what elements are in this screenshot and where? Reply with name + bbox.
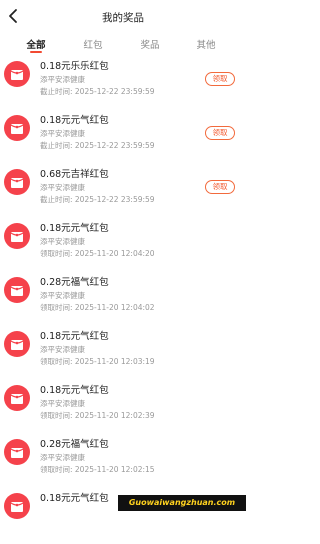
claim-button[interactable]: 领取	[205, 72, 235, 86]
prize-row[interactable]: 0.28元福气红包 添平安添健康 领取时间: 2025-11-20 12:04:…	[0, 274, 246, 328]
prize-time: 领取时间: 2025-11-20 12:04:20	[40, 249, 155, 258]
prize-title: 0.18元元气红包	[40, 385, 109, 396]
tab-bar: 全部 红包 奖品 其他	[0, 34, 246, 56]
prize-title: 0.28元福气红包	[40, 439, 109, 450]
prize-row[interactable]: 0.18元乐乐红包 添平安添健康 截止时间: 2025-12-22 23:59:…	[0, 58, 246, 112]
prize-title: 0.18元元气红包	[40, 223, 109, 234]
prize-row[interactable]: 0.18元元气红包 添平安添健康 截止时间: 2025-12-22 23:59:…	[0, 112, 246, 166]
prize-title: 0.18元元气红包	[40, 115, 109, 126]
prize-row[interactable]: 0.18元元气红包 添平安添健康 领取时间: 2025-11-20 12:04:…	[0, 220, 246, 274]
tab-other[interactable]: 其他	[186, 37, 226, 51]
red-packet-icon	[4, 169, 30, 195]
red-packet-icon	[4, 223, 30, 249]
prize-title: 0.18元乐乐红包	[40, 61, 109, 72]
prize-row[interactable]: 0.18元元气红包 添平安添健康 领取时间: 2025-11-20 12:03:…	[0, 328, 246, 382]
header: 我的奖品	[0, 0, 246, 34]
claim-button[interactable]: 领取	[205, 126, 235, 140]
prize-time: 领取时间: 2025-11-20 12:02:15	[40, 465, 155, 474]
prize-subtitle: 添平安添健康	[40, 129, 85, 138]
page-title: 我的奖品	[102, 12, 144, 24]
prize-time: 截止时间: 2025-12-22 23:59:59	[40, 195, 155, 204]
red-packet-icon	[4, 61, 30, 87]
prize-subtitle: 添平安添健康	[40, 291, 85, 300]
prize-title: 0.28元福气红包	[40, 277, 109, 288]
tab-prizes[interactable]: 奖品	[130, 37, 170, 51]
claim-button[interactable]: 领取	[205, 180, 235, 194]
prize-subtitle: 添平安添健康	[40, 183, 85, 192]
prize-list: 0.18元乐乐红包 添平安添健康 截止时间: 2025-12-22 23:59:…	[0, 58, 246, 544]
active-tab-indicator	[30, 51, 42, 53]
red-packet-icon	[4, 277, 30, 303]
red-packet-icon	[4, 439, 30, 465]
prize-title: 0.18元元气红包	[40, 331, 109, 342]
tab-red-packets[interactable]: 红包	[73, 37, 113, 51]
tab-all[interactable]: 全部	[16, 37, 56, 51]
red-packet-icon	[4, 331, 30, 357]
prize-subtitle: 添平安添健康	[40, 399, 85, 408]
prize-subtitle: 添平安添健康	[40, 345, 85, 354]
red-packet-icon	[4, 385, 30, 411]
prize-time: 领取时间: 2025-11-20 12:04:02	[40, 303, 155, 312]
prize-title: 0.68元吉祥红包	[40, 169, 109, 180]
red-packet-icon	[4, 493, 30, 519]
prize-subtitle: 添平安添健康	[40, 75, 85, 84]
prize-time: 截止时间: 2025-12-22 23:59:59	[40, 87, 155, 96]
prize-row[interactable]: 0.18元元气红包 添平安添健康 领取时间: 2025-11-20 12:02:…	[0, 382, 246, 436]
prize-row[interactable]: 0.68元吉祥红包 添平安添健康 截止时间: 2025-12-22 23:59:…	[0, 166, 246, 220]
prize-title: 0.18元元气红包	[40, 493, 109, 504]
red-packet-icon	[4, 115, 30, 141]
prize-subtitle: 添平安添健康	[40, 237, 85, 246]
prize-time: 领取时间: 2025-11-20 12:02:39	[40, 411, 155, 420]
prize-time: 领取时间: 2025-11-20 12:03:19	[40, 357, 155, 366]
watermark: Guowaiwangzhuan.com	[118, 495, 246, 511]
prize-time: 截止时间: 2025-12-22 23:59:59	[40, 141, 155, 150]
prize-row[interactable]: 0.28元福气红包 添平安添健康 领取时间: 2025-11-20 12:02:…	[0, 436, 246, 490]
prize-subtitle: 添平安添健康	[40, 453, 85, 462]
